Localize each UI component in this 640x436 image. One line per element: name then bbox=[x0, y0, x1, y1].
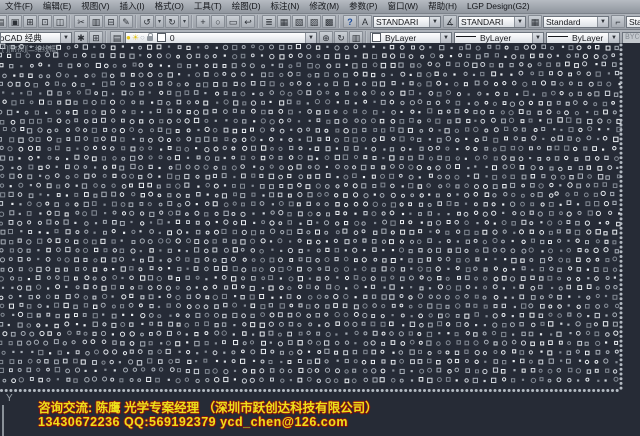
cut-icon[interactable]: ✂ bbox=[74, 15, 88, 28]
menu-item-dimension[interactable]: 标注(N) bbox=[266, 0, 305, 13]
redo-icon[interactable]: ↻ bbox=[165, 15, 179, 28]
dim-style-icon[interactable]: ∡ bbox=[443, 15, 457, 28]
menu-item-view[interactable]: 视图(V) bbox=[76, 0, 114, 13]
menu-item-edit[interactable]: 编辑(E) bbox=[38, 0, 76, 13]
menu-bar: 文件(F)编辑(E)视图(V)插入(I)格式(O)工具(T)绘图(D)标注(N)… bbox=[0, 0, 640, 14]
linetype-sample bbox=[456, 36, 476, 37]
mleader-style-icon[interactable]: ⌐ bbox=[611, 15, 625, 28]
ucs-y-axis-label: Y bbox=[6, 393, 13, 404]
mleader-style-value: Standard bbox=[627, 17, 640, 27]
table-style-combo[interactable]: Standard ▼ bbox=[543, 16, 609, 28]
copy-icon[interactable]: ▥ bbox=[89, 15, 103, 28]
chevron-down-icon[interactable]: ▼ bbox=[514, 17, 525, 27]
help-icon[interactable]: ? bbox=[343, 15, 357, 28]
chevron-down-icon[interactable]: ▼ bbox=[60, 33, 71, 43]
lineweight-sample bbox=[548, 36, 568, 37]
pan-icon[interactable]: + bbox=[196, 15, 210, 28]
dim-style-combo[interactable]: STANDARI ▼ bbox=[458, 16, 526, 28]
designcenter-icon[interactable]: ▦ bbox=[277, 15, 291, 28]
viewport-controls-label[interactable]: [-][俯视][二维线框] bbox=[2, 44, 58, 54]
workspace-combo[interactable]: AutoCAD 经典 ▼ bbox=[0, 32, 72, 44]
ucs-y-axis-line bbox=[2, 405, 4, 436]
zoom-previous-icon[interactable]: ↩ bbox=[241, 15, 255, 28]
toolbar-separator bbox=[69, 15, 71, 28]
open-icon[interactable]: ▤ bbox=[0, 15, 7, 28]
chevron-down-icon[interactable]: ▼ bbox=[305, 33, 316, 43]
menu-item-tools[interactable]: 工具(T) bbox=[189, 0, 227, 13]
toolbar-separator bbox=[338, 15, 340, 28]
layer-name-value: 0 bbox=[168, 33, 305, 43]
plot-style-combo: BYCOLOR ▼ bbox=[622, 32, 640, 44]
chevron-down-icon[interactable]: ▼ bbox=[532, 33, 543, 43]
layer-combo[interactable]: ● ☀ ○ 0 ▼ bbox=[125, 32, 317, 44]
color-swatch bbox=[372, 33, 381, 42]
chevron-down-icon[interactable]: ▼ bbox=[440, 33, 451, 43]
lineweight-combo[interactable]: ByLayer ▼ bbox=[546, 32, 620, 44]
toolbar-separator bbox=[257, 15, 259, 28]
paste-icon[interactable]: ⊟ bbox=[104, 15, 118, 28]
layer-thaw-sun-icon[interactable]: ☀ bbox=[132, 33, 139, 43]
menu-item-draw[interactable]: 绘图(D) bbox=[227, 0, 266, 13]
menu-item-parametric[interactable]: 参数(P) bbox=[344, 0, 382, 13]
undo-arrow[interactable]: ▾ bbox=[155, 15, 164, 28]
text-style-icon[interactable]: A bbox=[358, 15, 372, 28]
table-style-icon[interactable]: ▦ bbox=[528, 15, 542, 28]
menu-item-format[interactable]: 格式(O) bbox=[150, 0, 189, 13]
layer-lock-icon[interactable] bbox=[147, 36, 153, 41]
dim-style-value: STANDARI bbox=[459, 17, 514, 27]
table-style-value: Standard bbox=[544, 17, 597, 27]
menu-item-modify[interactable]: 修改(M) bbox=[304, 0, 344, 13]
chevron-down-icon[interactable]: ▼ bbox=[597, 17, 608, 27]
tool-palettes-icon[interactable]: ▧ bbox=[292, 15, 306, 28]
lgp-dot-pattern bbox=[0, 43, 640, 436]
menu-item-lgp-design[interactable]: LGP Design(G2) bbox=[462, 0, 535, 13]
model-space-canvas[interactable]: [-][俯视][二维线框] Y 咨询交流: 陈鹰 光学专案经理 （深圳市跃创达科… bbox=[0, 43, 640, 436]
text-style-value: STANDARI bbox=[374, 17, 429, 27]
menu-item-help[interactable]: 帮助(H) bbox=[423, 0, 462, 13]
properties-icon[interactable]: ≣ bbox=[262, 15, 276, 28]
contact-info-line1: 咨询交流: 陈鹰 光学专案经理 （深圳市跃创达科技有限公司） bbox=[38, 397, 378, 416]
zoom-window-icon[interactable]: ▭ bbox=[226, 15, 240, 28]
workspace-value: AutoCAD 经典 bbox=[0, 32, 60, 44]
menu-item-file[interactable]: 文件(F) bbox=[0, 0, 38, 13]
markup-icon[interactable]: ▩ bbox=[322, 15, 336, 28]
standard-toolbar: ▤▣⊞⊡◫✂▥⊟✎↺▾↻▾+○▭↩≣▦▧▨▩? A STANDARI ▼ ∡ S… bbox=[0, 14, 640, 30]
lineweight-value: ByLayer bbox=[570, 33, 608, 43]
undo-icon[interactable]: ↺ bbox=[140, 15, 154, 28]
layer-on-bulb-icon[interactable]: ● bbox=[126, 33, 131, 43]
toolbar-separator bbox=[191, 15, 193, 28]
redo-arrow[interactable]: ▾ bbox=[180, 15, 189, 28]
layer-color-swatch[interactable] bbox=[157, 33, 166, 42]
publish-icon[interactable]: ◫ bbox=[53, 15, 67, 28]
contact-info-line2: 13430672236 QQ:569192379 ycd_chen@126.co… bbox=[38, 415, 348, 429]
menu-item-insert[interactable]: 插入(I) bbox=[115, 0, 150, 13]
plot-style-value: BYCOLOR bbox=[623, 33, 640, 42]
zoom-realtime-icon[interactable]: ○ bbox=[211, 15, 225, 28]
linetype-combo[interactable]: ByLayer ▼ bbox=[454, 32, 544, 44]
color-value: ByLayer bbox=[383, 33, 440, 43]
linetype-value: ByLayer bbox=[478, 33, 532, 43]
plot-icon[interactable]: ⊞ bbox=[23, 15, 37, 28]
autocad-window: { "menu_bar": { "items": [ {"key":"file"… bbox=[0, 0, 640, 436]
sheetset-icon[interactable]: ▨ bbox=[307, 15, 321, 28]
mleader-style-combo[interactable]: Standard ▼ bbox=[626, 16, 640, 28]
text-style-combo[interactable]: STANDARI ▼ bbox=[373, 16, 441, 28]
menu-item-window[interactable]: 窗口(W) bbox=[382, 0, 423, 13]
chevron-down-icon[interactable]: ▼ bbox=[429, 17, 440, 27]
match-properties-icon[interactable]: ✎ bbox=[119, 15, 133, 28]
layer-freeze-icon[interactable]: ○ bbox=[140, 33, 145, 43]
save-icon[interactable]: ▣ bbox=[8, 15, 22, 28]
chevron-down-icon[interactable]: ▼ bbox=[608, 33, 619, 43]
toolbar-separator bbox=[135, 15, 137, 28]
dot-grid bbox=[0, 44, 622, 393]
plot-preview-icon[interactable]: ⊡ bbox=[38, 15, 52, 28]
color-combo[interactable]: ByLayer ▼ bbox=[370, 32, 452, 44]
